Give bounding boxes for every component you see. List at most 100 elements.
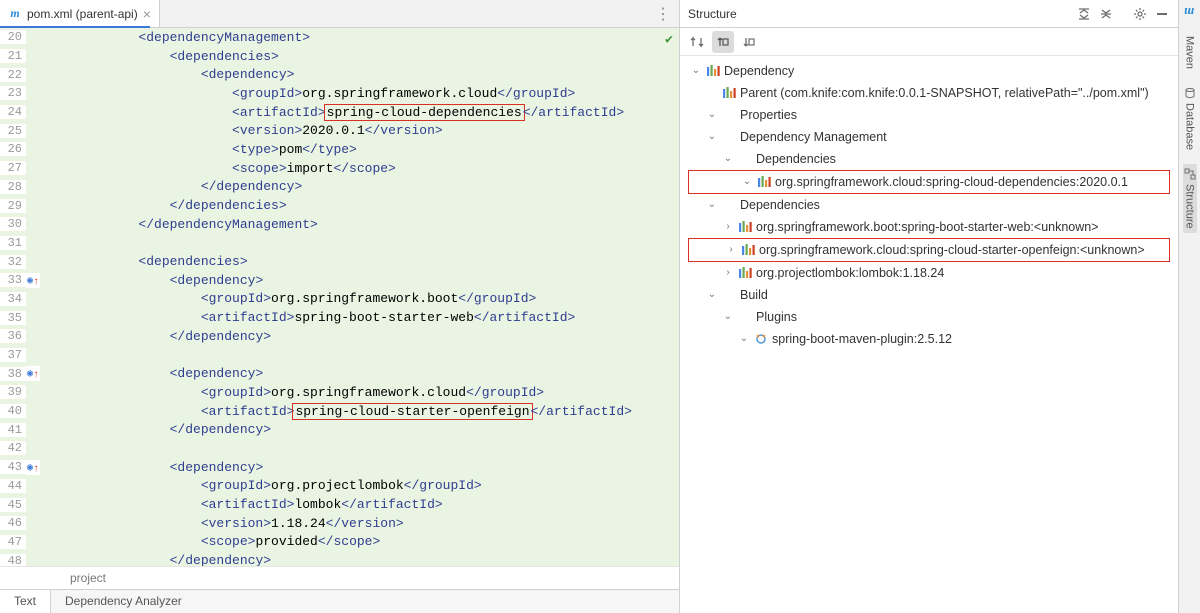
code-line[interactable]: 30 </dependencyManagement> — [0, 215, 679, 234]
line-number: 48 — [0, 554, 26, 566]
code-line[interactable]: 45 <artifactId>lombok</artifactId> — [0, 495, 679, 514]
code-line[interactable]: 42 — [0, 439, 679, 458]
minimize-icon[interactable] — [1154, 6, 1170, 22]
chevron-down-icon[interactable]: ⌄ — [722, 149, 734, 169]
sort-toggle-icon[interactable] — [686, 31, 708, 53]
code-line[interactable]: 20 <dependencyManagement> — [0, 28, 679, 47]
dependency-bars-icon — [741, 244, 755, 256]
tree-node[interactable]: ›org.projectlombok:lombok:1.18.24 — [686, 262, 1172, 284]
code-text: <dependency> — [70, 273, 263, 288]
code-line[interactable]: 21 <dependencies> — [0, 47, 679, 66]
code-line[interactable]: 22 <dependency> — [0, 65, 679, 84]
maven-file-icon: m — [8, 7, 22, 21]
tree-node[interactable]: ⌄ Properties — [686, 104, 1172, 126]
code-line[interactable]: 41 </dependency> — [0, 420, 679, 439]
tree-node[interactable]: ⌄ org.springframework.cloud:spring-cloud-… — [688, 170, 1170, 194]
chevron-down-icon[interactable]: ⌄ — [690, 61, 702, 81]
code-line[interactable]: 48 </dependency> — [0, 551, 679, 566]
chevron-right-icon[interactable]: › — [722, 263, 734, 283]
side-tab-maven-label[interactable]: Maven — [1183, 32, 1197, 73]
code-editor[interactable]: ✔ 20 <dependencyManagement>21 <dependenc… — [0, 28, 679, 566]
code-line[interactable]: 47 <scope>provided</scope> — [0, 533, 679, 552]
dependency-bars-icon — [738, 267, 752, 279]
line-number: 26 — [0, 142, 26, 156]
chevron-down-icon[interactable]: ⌄ — [722, 307, 734, 327]
panel-title: Structure — [688, 7, 1070, 21]
side-tab-maven[interactable]: m — [1182, 2, 1196, 22]
side-tab-structure[interactable]: Structure — [1183, 164, 1197, 233]
collapse-icon[interactable] — [1076, 6, 1092, 22]
code-line[interactable]: 46 <version>1.18.24</version> — [0, 514, 679, 533]
chevron-down-icon[interactable]: ⌄ — [706, 195, 718, 215]
code-line[interactable]: 23 <groupId>org.springframework.cloud</g… — [0, 84, 679, 103]
tree-node[interactable]: ⌄Build — [686, 284, 1172, 306]
node-label: Properties — [740, 105, 797, 125]
autoscroll-source-icon[interactable] — [712, 31, 734, 53]
line-number: 37 — [0, 348, 26, 362]
code-text: <artifactId>spring-cloud-starter-openfei… — [70, 404, 632, 419]
code-line[interactable]: 40 <artifactId>spring-cloud-starter-open… — [0, 402, 679, 421]
chevron-down-icon[interactable]: ⌄ — [706, 285, 718, 305]
code-text: <groupId>org.springframework.cloud</grou… — [70, 385, 544, 400]
code-text: <groupId>org.springframework.boot</group… — [70, 291, 536, 306]
code-text: </dependency> — [70, 329, 271, 344]
side-tab-database[interactable]: Database — [1183, 83, 1197, 154]
tree-node[interactable]: ⌄spring-boot-maven-plugin:2.5.12 — [686, 328, 1172, 350]
code-line[interactable]: 33◉↑ <dependency> — [0, 271, 679, 290]
tab-text[interactable]: Text — [0, 590, 51, 613]
code-text: <version>2020.0.1</version> — [70, 123, 443, 138]
code-line[interactable]: 25 <version>2020.0.1</version> — [0, 121, 679, 140]
node-label: org.springframework.cloud:spring-cloud-d… — [775, 172, 1128, 192]
code-line[interactable]: 34 <groupId>org.springframework.boot</gr… — [0, 290, 679, 309]
code-line[interactable]: 28 </dependency> — [0, 178, 679, 197]
code-line[interactable]: 32 <dependencies> — [0, 252, 679, 271]
chevron-down-icon[interactable]: ⌄ — [738, 329, 750, 349]
code-line[interactable]: 35 <artifactId>spring-boot-starter-web</… — [0, 308, 679, 327]
structure-tree[interactable]: ⌄Dependency Parent (com.knife:com.knife:… — [680, 56, 1178, 613]
code-text: </dependency> — [70, 553, 271, 566]
code-line[interactable]: 39 <groupId>org.springframework.cloud</g… — [0, 383, 679, 402]
code-line[interactable]: 36 </dependency> — [0, 327, 679, 346]
gutter-mark: ◉↑ — [26, 460, 40, 475]
code-line[interactable]: 24 <artifactId>spring-cloud-dependencies… — [0, 103, 679, 122]
line-number: 38 — [0, 367, 26, 381]
tab-dependency-analyzer[interactable]: Dependency Analyzer — [51, 590, 196, 613]
editor-tab[interactable]: m pom.xml (parent-api) × — [0, 0, 160, 27]
chevron-right-icon[interactable]: › — [725, 240, 737, 260]
database-icon — [1184, 87, 1196, 99]
close-icon[interactable]: × — [143, 6, 151, 22]
code-line[interactable]: 44 <groupId>org.projectlombok</groupId> — [0, 477, 679, 496]
chevron-down-icon[interactable]: ⌄ — [706, 127, 718, 147]
code-line[interactable]: 31 — [0, 234, 679, 253]
code-line[interactable]: 43◉↑ <dependency> — [0, 458, 679, 477]
tree-node[interactable]: ›org.springframework.boot:spring-boot-st… — [686, 216, 1172, 238]
tree-node[interactable]: ⌄Dependencies — [686, 148, 1172, 170]
code-line[interactable]: 27 <scope>import</scope> — [0, 159, 679, 178]
code-line[interactable]: 38◉↑ <dependency> — [0, 364, 679, 383]
expand-icon[interactable] — [1098, 6, 1114, 22]
tree-node[interactable]: ⌄Dependencies — [686, 194, 1172, 216]
structure-tab-icon — [1184, 168, 1196, 180]
line-number: 35 — [0, 311, 26, 325]
gear-icon[interactable] — [1132, 6, 1148, 22]
line-number: 46 — [0, 516, 26, 530]
tree-node[interactable]: Parent (com.knife:com.knife:0.0.1-SNAPSH… — [686, 82, 1172, 104]
structure-header: Structure — [680, 0, 1178, 28]
code-line[interactable]: 29 </dependencies> — [0, 196, 679, 215]
line-number: 45 — [0, 498, 26, 512]
chevron-right-icon[interactable]: › — [722, 217, 734, 237]
tree-node[interactable]: ⌄Dependency Management — [686, 126, 1172, 148]
line-number: 43 — [0, 460, 26, 474]
breadcrumb[interactable]: project — [0, 566, 679, 589]
code-line[interactable]: 37 — [0, 346, 679, 365]
autoscroll-from-icon[interactable] — [738, 31, 760, 53]
chevron-down-icon[interactable]: ⌄ — [706, 105, 718, 125]
code-line[interactable]: 26 <type>pom</type> — [0, 140, 679, 159]
chevron-down-icon[interactable]: ⌄ — [741, 172, 753, 192]
kebab-icon[interactable]: ⋮ — [647, 4, 679, 24]
line-number: 31 — [0, 236, 26, 250]
tree-node[interactable]: ⌄Dependency — [686, 60, 1172, 82]
tree-node[interactable]: ⌄Plugins — [686, 306, 1172, 328]
tree-node[interactable]: ›org.springframework.cloud:spring-cloud-… — [688, 238, 1170, 262]
line-number: 47 — [0, 535, 26, 549]
